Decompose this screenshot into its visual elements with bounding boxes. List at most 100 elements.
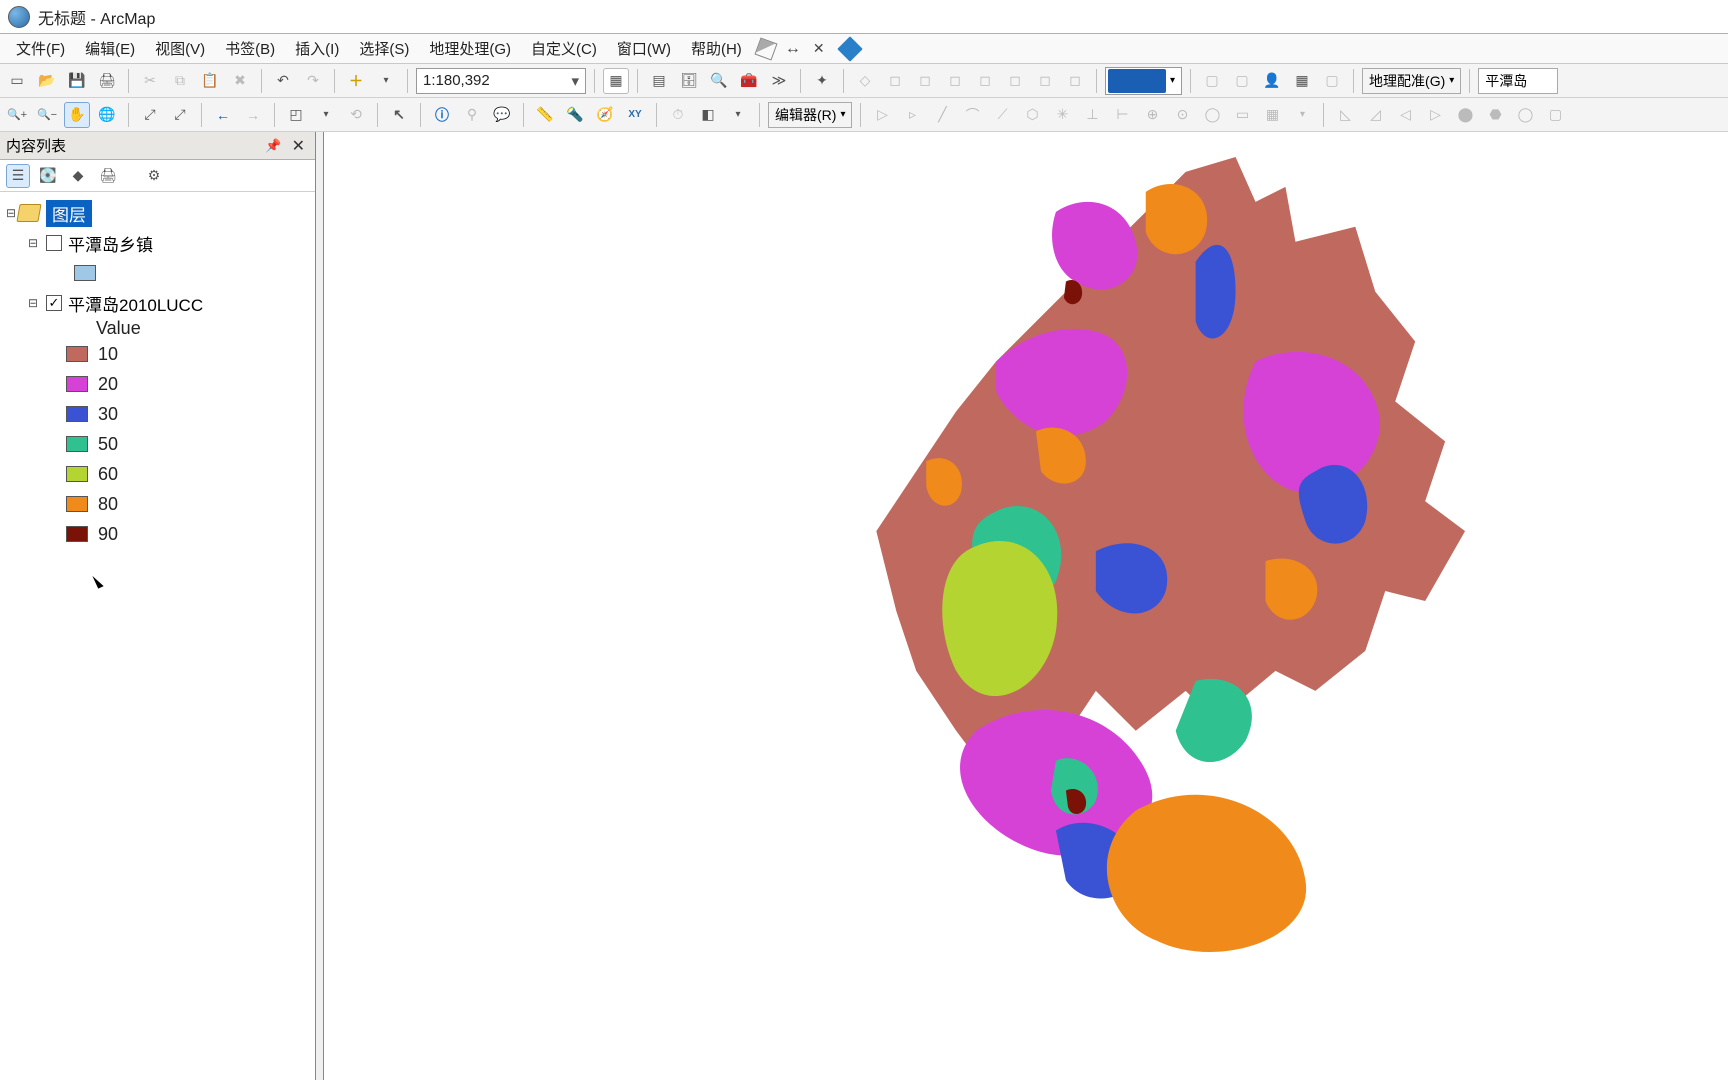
collapse-icon[interactable]: ⊟: [4, 206, 18, 220]
prev-extent-button[interactable]: [210, 102, 236, 128]
toc-tree[interactable]: ⊟ 图层 ⊟ 平潭岛乡镇 ⊟ 平潭岛2010LUCC Value 1020305…: [0, 192, 315, 1080]
swipe-dropdown[interactable]: [725, 102, 751, 128]
new-button[interactable]: [4, 68, 30, 94]
graphics-tool-c[interactable]: 👤: [1259, 68, 1285, 94]
edit-tool-l: ◯: [1199, 102, 1225, 128]
collapse-icon[interactable]: ⊟: [26, 296, 40, 310]
save-button[interactable]: [64, 68, 90, 94]
collapse-icon[interactable]: ⊟: [26, 236, 40, 250]
editor-dropdown[interactable]: 编辑器(R) ▾: [768, 102, 852, 128]
menu-view[interactable]: 视图(V): [145, 34, 215, 63]
list-by-selection-button[interactable]: 🖨: [96, 164, 120, 188]
measure-button[interactable]: [532, 102, 558, 128]
scale-combobox[interactable]: 1:180,392 ▾: [416, 68, 586, 94]
cut-button[interactable]: [137, 68, 163, 94]
menu-bookmark[interactable]: 书签(B): [215, 34, 285, 63]
hammer-icon[interactable]: [754, 37, 777, 60]
layer-checkbox-towns[interactable]: [46, 235, 62, 251]
georef-tool-d: ◻: [942, 68, 968, 94]
edit-tool-m: ▭: [1229, 102, 1255, 128]
clear-selection-button[interactable]: ⟲: [343, 102, 369, 128]
print-button[interactable]: [94, 68, 120, 94]
add-data-dropdown[interactable]: [373, 68, 399, 94]
options-button[interactable]: ⚙: [142, 164, 166, 188]
graphics-tool-a: ▢: [1199, 68, 1225, 94]
fixed-zoom-in-button[interactable]: [137, 102, 163, 128]
full-extent-button[interactable]: [94, 102, 120, 128]
catalog-button[interactable]: [676, 68, 702, 94]
redo-button[interactable]: [300, 68, 326, 94]
standard-toolbar: 1:180,392 ▾ ◇ ◻ ◻ ◻ ◻ ◻ ◻ ◻ ▾ ▢ ▢ 👤 ▦ ▢ …: [0, 64, 1728, 98]
menu-insert[interactable]: 插入(I): [285, 34, 349, 63]
sketch-tool-a: ◺: [1332, 102, 1358, 128]
editor-toolbar-button[interactable]: [603, 68, 629, 94]
list-by-source-button[interactable]: 💽: [36, 164, 60, 188]
toc-button[interactable]: [646, 68, 672, 94]
pan-icon[interactable]: [785, 40, 803, 58]
map-divider[interactable]: [316, 132, 324, 1080]
map-canvas[interactable]: [324, 132, 1728, 1080]
menu-file[interactable]: 文件(F): [6, 34, 75, 63]
legend-row-towns: [4, 258, 311, 288]
list-by-drawing-order-button[interactable]: ☰: [6, 164, 30, 188]
select-features-button[interactable]: ◰: [283, 102, 309, 128]
layer-row-towns[interactable]: ⊟ 平潭岛乡镇: [4, 228, 311, 258]
delete-button[interactable]: [227, 68, 253, 94]
identify-button[interactable]: [429, 102, 455, 128]
legend-row: 20: [4, 369, 311, 399]
html-popup-button[interactable]: 💬: [489, 102, 515, 128]
select-features-dropdown[interactable]: [313, 102, 339, 128]
map-area[interactable]: [316, 132, 1728, 1080]
legend-label: 30: [98, 404, 118, 425]
tree-root-row[interactable]: ⊟ 图层: [4, 198, 311, 228]
model-builder-button[interactable]: [809, 68, 835, 94]
next-extent-button[interactable]: [240, 102, 266, 128]
pointer-button[interactable]: [386, 102, 412, 128]
pencil-icon[interactable]: [837, 36, 862, 61]
undo-button[interactable]: [270, 68, 296, 94]
hyperlink-button[interactable]: ⚲: [459, 102, 485, 128]
launcher-combobox[interactable]: ▾: [1105, 67, 1182, 95]
goto-xy-button[interactable]: [622, 102, 648, 128]
time-slider-button[interactable]: [665, 102, 691, 128]
menu-geoprocessing[interactable]: 地理处理(G): [419, 34, 521, 63]
close-icon[interactable]: ✕: [288, 136, 309, 156]
search-button[interactable]: [706, 68, 732, 94]
zoom-out-button[interactable]: [34, 102, 60, 128]
layer-row-lucc[interactable]: ⊟ 平潭岛2010LUCC: [4, 288, 311, 318]
layer-name-lucc[interactable]: 平潭岛2010LUCC: [68, 291, 203, 316]
menu-customize[interactable]: 自定义(C): [521, 34, 607, 63]
toolbox-button[interactable]: [736, 68, 762, 94]
menu-edit[interactable]: 编辑(E): [75, 34, 145, 63]
graphics-tool-d[interactable]: ▦: [1289, 68, 1315, 94]
georef-layer-combobox[interactable]: 平潭岛: [1478, 68, 1558, 94]
edit-tool-d: ⌒: [959, 102, 985, 128]
dataframe-icon: [16, 204, 41, 222]
pin-icon[interactable]: 📌: [259, 138, 287, 154]
fixed-zoom-out-button[interactable]: [167, 102, 193, 128]
layer-checkbox-lucc[interactable]: [46, 295, 62, 311]
separator: [637, 69, 638, 93]
legend-swatch: [66, 406, 88, 422]
list-by-visibility-button[interactable]: ◆: [66, 164, 90, 188]
sketch-tool-e: ⬤: [1452, 102, 1478, 128]
open-button[interactable]: [34, 68, 60, 94]
root-label[interactable]: 图层: [46, 200, 92, 227]
zoom-in-button[interactable]: [4, 102, 30, 128]
menu-window[interactable]: 窗口(W): [607, 34, 681, 63]
copy-button[interactable]: [167, 68, 193, 94]
pan-button[interactable]: [64, 102, 90, 128]
find-route-button[interactable]: 🧭: [592, 102, 618, 128]
georef-dropdown[interactable]: 地理配准(G) ▾: [1362, 68, 1461, 94]
fullextent-icon[interactable]: [813, 40, 831, 58]
python-button[interactable]: [766, 68, 792, 94]
separator: [128, 103, 129, 127]
paste-button[interactable]: [197, 68, 223, 94]
swipe-button[interactable]: [695, 102, 721, 128]
toc-mini-toolbar: ☰ 💽 ◆ 🖨 ⚙: [0, 160, 315, 192]
add-data-button[interactable]: [343, 68, 369, 94]
find-button[interactable]: [562, 102, 588, 128]
layer-name-towns[interactable]: 平潭岛乡镇: [68, 231, 153, 256]
menu-help[interactable]: 帮助(H): [681, 34, 752, 63]
menu-select[interactable]: 选择(S): [349, 34, 419, 63]
